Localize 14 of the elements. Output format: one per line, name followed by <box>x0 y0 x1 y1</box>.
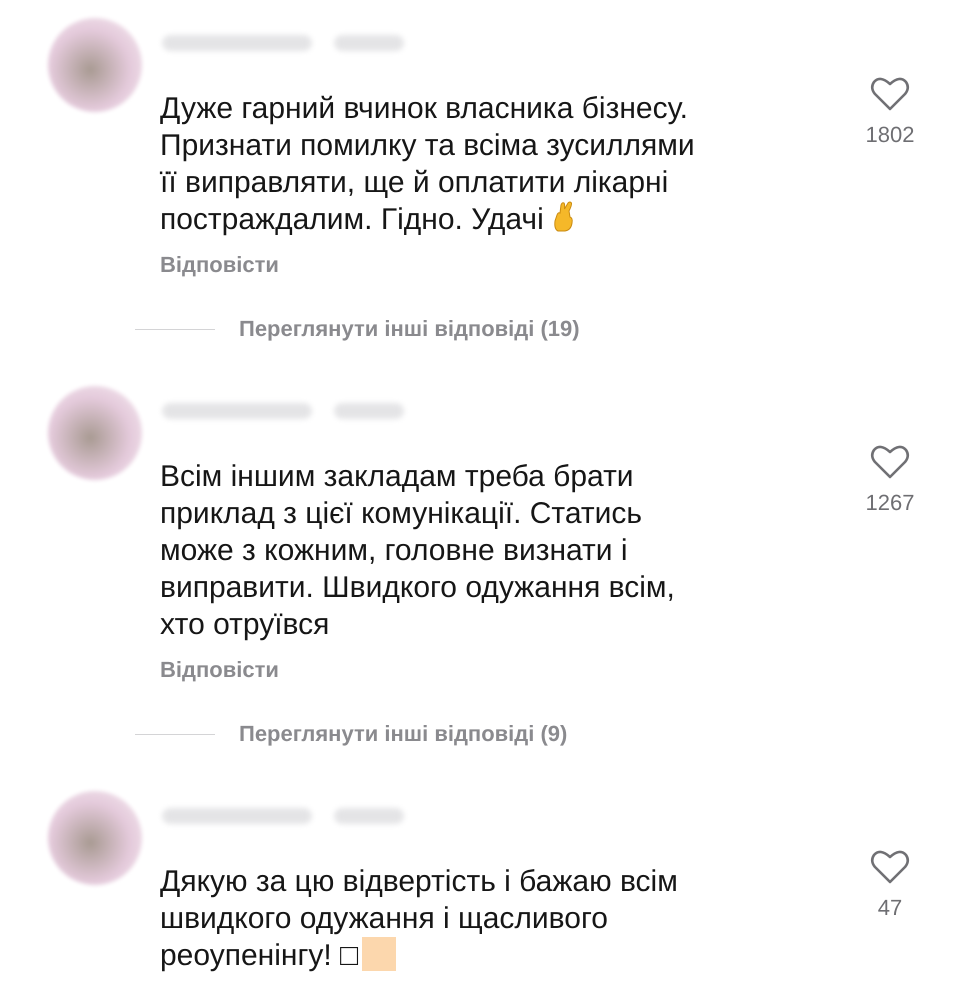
comment-text: Дякую за цю відвертість і бажаю всім швидкого одужання і щасливого реоупенінгу! □ <box>160 864 679 974</box>
emoji-icon <box>362 937 396 971</box>
like-count: 47 <box>878 895 902 921</box>
reply-link[interactable]: Відповісти <box>160 657 279 683</box>
heart-icon[interactable] <box>870 444 910 480</box>
like-count: 1802 <box>866 122 914 148</box>
view-more-replies-link[interactable]: Переглянути інші відповіді (9) <box>239 721 568 747</box>
heart-icon[interactable] <box>870 76 910 112</box>
view-more-replies-link[interactable]: Переглянути інші відповіді (19) <box>239 316 580 342</box>
heart-icon[interactable] <box>870 849 910 885</box>
comment-text: Дуже гарний вчинок власника бізнесу. Признати помилку та всіма зусиллями її виправляти, ще й оплатити лікарні постраждалим. Гідно. Удачі <box>160 91 696 238</box>
reply-link[interactable]: Відповісти <box>160 252 279 278</box>
like-count: 1267 <box>866 490 914 516</box>
comment-text: Всім іншим закладам треба брати приклад з цієї комунікації. Статись може з кожним, головне визнати і виправити. Швидкого одужання всім, хто отруївся <box>160 459 676 643</box>
